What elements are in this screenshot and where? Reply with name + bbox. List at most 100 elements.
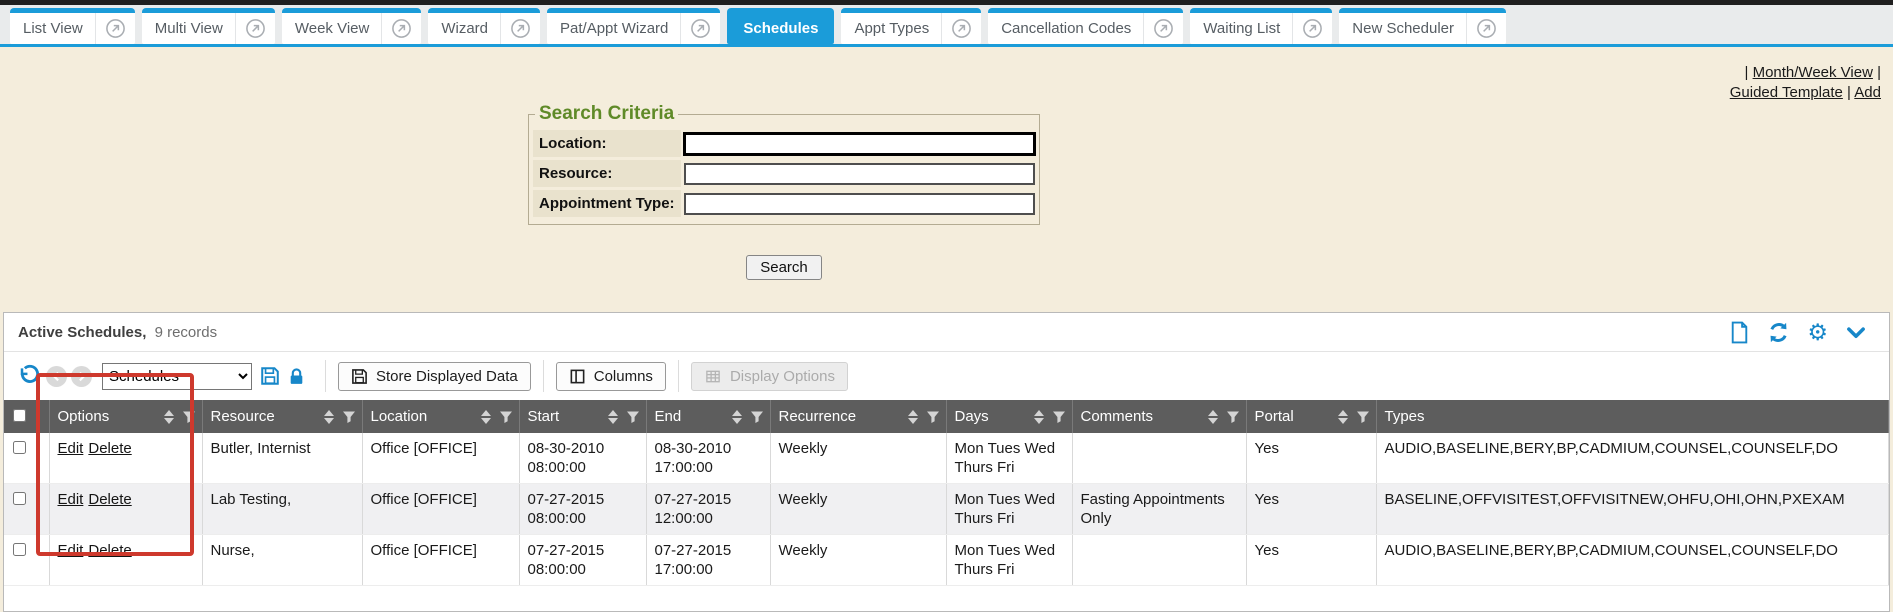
sort-icon[interactable] [324, 410, 334, 424]
table-row: EditDelete Butler, Internist Office [OFF… [4, 433, 1889, 484]
tab-pat-appt-wizard[interactable]: Pat/Appt Wizard [547, 8, 720, 44]
filter-icon[interactable] [499, 410, 513, 424]
edit-link[interactable]: Edit [58, 542, 84, 559]
tab-cancellation-codes[interactable]: Cancellation Codes [988, 8, 1183, 44]
tab-label: Appt Types [854, 20, 941, 37]
tab-label: Wizard [441, 20, 500, 37]
search-criteria-fieldset: Search Criteria Location: Resource: Appo… [528, 103, 1040, 225]
tab-week-view[interactable]: Week View [282, 8, 421, 44]
row-checkbox[interactable] [13, 543, 26, 556]
floppy-icon [351, 368, 368, 385]
select-all-checkbox[interactable] [13, 409, 26, 422]
new-document-icon[interactable] [1729, 321, 1750, 344]
guided-template-link[interactable]: Guided Template [1730, 84, 1843, 101]
tab-wizard[interactable]: Wizard [428, 8, 540, 44]
start-cell: 07-27-2015 08:00:00 [519, 484, 646, 535]
table-header-row: Options Resource Location Start End Recu… [4, 400, 1889, 433]
days-cell: Mon Tues Wed Thurs Fri [946, 535, 1072, 586]
col-header-comments[interactable]: Comments [1072, 400, 1246, 433]
col-header-resource[interactable]: Resource [202, 400, 362, 433]
undo-icon[interactable] [16, 364, 40, 388]
resource-input[interactable] [684, 163, 1035, 185]
view-links-line1: | Month/Week View | [12, 63, 1881, 83]
tab-waiting-list[interactable]: Waiting List [1190, 8, 1332, 44]
comments-cell [1072, 535, 1246, 586]
sort-icon[interactable] [1208, 410, 1218, 424]
location-cell: Office [OFFICE] [362, 484, 519, 535]
chevron-down-icon[interactable] [1845, 323, 1867, 343]
external-link-icon[interactable] [1466, 13, 1506, 44]
sort-icon[interactable] [481, 410, 491, 424]
sort-icon[interactable] [1034, 410, 1044, 424]
filter-icon[interactable] [750, 410, 764, 424]
location-input[interactable] [684, 133, 1035, 155]
edit-link[interactable]: Edit [58, 440, 84, 457]
col-header-location[interactable]: Location [362, 400, 519, 433]
sort-icon[interactable] [908, 410, 918, 424]
col-header-portal[interactable]: Portal [1246, 400, 1376, 433]
external-link-icon[interactable] [1292, 13, 1332, 44]
filter-icon[interactable] [182, 410, 196, 424]
row-checkbox[interactable] [13, 492, 26, 505]
refresh-icon[interactable] [1767, 321, 1790, 344]
add-link[interactable]: Add [1854, 84, 1881, 101]
tab-new-scheduler[interactable]: New Scheduler [1339, 8, 1506, 44]
toolbar-separator [678, 360, 679, 392]
panel-title: Active Schedules, [18, 324, 146, 341]
tab-bar: List View Multi View Week View Wizard Pa… [0, 5, 1893, 47]
filter-icon[interactable] [1226, 410, 1240, 424]
schedules-table: Options Resource Location Start End Recu… [4, 400, 1889, 586]
save-view-icon[interactable] [260, 366, 280, 386]
sort-icon[interactable] [732, 410, 742, 424]
gear-icon[interactable]: ⚙ [1807, 323, 1828, 343]
delete-link[interactable]: Delete [88, 491, 131, 508]
filter-icon[interactable] [1356, 410, 1370, 424]
display-options-button[interactable]: Display Options [691, 362, 848, 391]
sort-icon[interactable] [164, 410, 174, 424]
columns-button[interactable]: Columns [556, 362, 666, 391]
external-link-icon[interactable] [381, 13, 421, 44]
month-week-view-link[interactable]: Month/Week View [1753, 64, 1873, 81]
previous-view-icon[interactable] [46, 366, 67, 387]
external-link-icon[interactable] [95, 13, 135, 44]
delete-link[interactable]: Delete [88, 542, 131, 559]
sort-icon[interactable] [1338, 410, 1348, 424]
toolbar-separator [325, 360, 326, 392]
store-displayed-data-button[interactable]: Store Displayed Data [338, 362, 531, 391]
filter-icon[interactable] [626, 410, 640, 424]
recurrence-cell: Weekly [770, 484, 946, 535]
external-link-icon[interactable] [1143, 13, 1183, 44]
tab-appt-types[interactable]: Appt Types [841, 8, 981, 44]
delete-link[interactable]: Delete [88, 440, 131, 457]
col-header-end[interactable]: End [646, 400, 770, 433]
row-checkbox[interactable] [13, 441, 26, 454]
end-cell: 08-30-2010 17:00:00 [646, 433, 770, 484]
active-schedules-panel: Active Schedules, 9 records ⚙ Schedules … [3, 312, 1890, 612]
view-select[interactable]: Schedules [102, 363, 252, 390]
tab-list-view[interactable]: List View [10, 8, 135, 44]
appointment-type-input[interactable] [684, 193, 1035, 215]
sort-icon[interactable] [608, 410, 618, 424]
filter-icon[interactable] [926, 410, 940, 424]
tab-schedules[interactable]: Schedules [727, 8, 834, 44]
tab-multi-view[interactable]: Multi View [142, 8, 275, 44]
next-view-icon[interactable] [71, 366, 92, 387]
edit-link[interactable]: Edit [58, 491, 84, 508]
external-link-icon[interactable] [680, 13, 720, 44]
external-link-icon[interactable] [235, 13, 275, 44]
filter-icon[interactable] [1052, 410, 1066, 424]
filter-icon[interactable] [342, 410, 356, 424]
portal-cell: Yes [1246, 433, 1376, 484]
resource-label: Resource: [533, 160, 681, 187]
panel-title-row: Active Schedules, 9 records ⚙ [4, 313, 1889, 352]
col-header-start[interactable]: Start [519, 400, 646, 433]
recurrence-cell: Weekly [770, 535, 946, 586]
col-header-options[interactable]: Options [49, 400, 202, 433]
col-header-types[interactable]: Types [1376, 400, 1889, 433]
col-header-days[interactable]: Days [946, 400, 1072, 433]
external-link-icon[interactable] [500, 13, 540, 44]
external-link-icon[interactable] [941, 13, 981, 44]
lock-icon[interactable] [287, 367, 306, 386]
search-button[interactable]: Search [746, 255, 822, 280]
col-header-recurrence[interactable]: Recurrence [770, 400, 946, 433]
